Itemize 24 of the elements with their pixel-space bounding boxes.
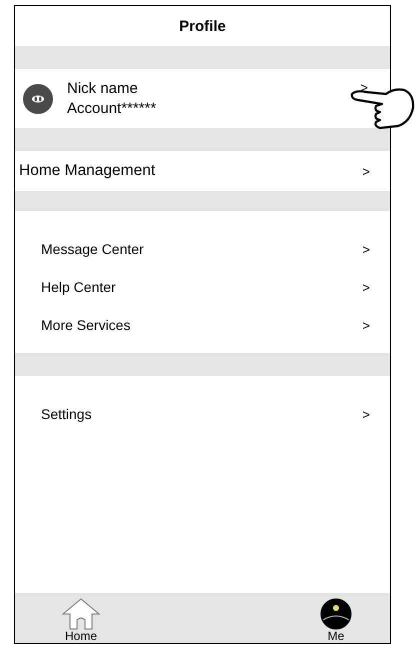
menu-label: Message Center [41,241,144,257]
tab[interactable]: Me [320,593,352,643]
menu-label: Home Management [19,162,156,180]
tab[interactable]: Home [61,593,101,643]
menu-item[interactable]: More Services > [15,306,390,344]
menu-item[interactable]: Settings > [15,395,390,433]
menu-label: Settings [41,406,92,422]
chevron: > [362,280,370,294]
menu-label: Help Center [41,279,116,295]
nickname: Nick name [67,78,139,98]
chevron: > [362,406,370,422]
avatar-icon[interactable] [23,84,53,114]
menu-item[interactable]: Home Management > [15,151,390,191]
chevron: > [362,164,370,178]
chevron: > [362,318,370,332]
home-icon [61,598,101,630]
menu-label: More Services [41,317,130,333]
page-title: Profile [179,18,226,34]
account-text: Account****** [67,98,158,118]
chevron[interactable]: > [360,81,368,94]
menu-item[interactable]: Message Center > [15,230,390,268]
chevron: > [362,242,370,256]
menu-item[interactable]: Help Center > [15,268,390,306]
user-icon [320,598,352,630]
